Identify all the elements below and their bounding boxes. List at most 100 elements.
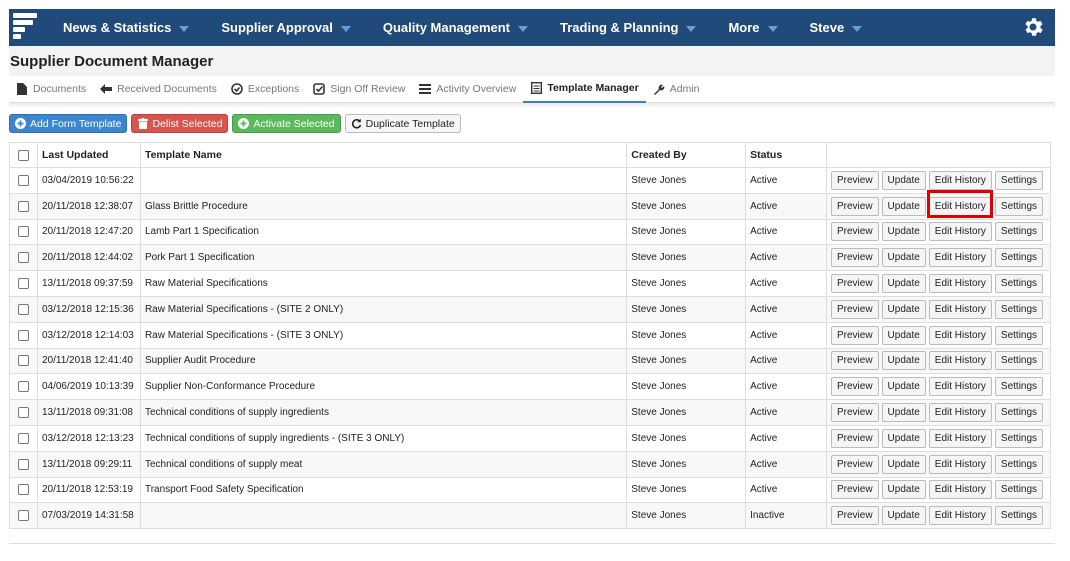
preview-button[interactable]: Preview [830, 196, 879, 216]
update-button[interactable]: Update [881, 377, 926, 397]
nav-quality-management[interactable]: Quality Management [377, 9, 534, 46]
update-button[interactable]: Update [881, 222, 926, 242]
update-button[interactable]: Update [881, 506, 926, 526]
preview-button[interactable]: Preview [830, 248, 879, 268]
edit-history-button[interactable]: Edit History [928, 222, 992, 242]
preview-button[interactable]: Preview [830, 351, 879, 371]
update-button[interactable]: Update [881, 428, 926, 448]
nav-more[interactable]: More [722, 9, 783, 46]
preview-button[interactable]: Preview [830, 454, 879, 474]
row-checkbox[interactable] [17, 407, 29, 418]
settings-button[interactable]: Settings [994, 170, 1044, 190]
header-actions [825, 142, 1052, 168]
nav-supplier-approval[interactable]: Supplier Approval [215, 9, 356, 46]
preview-button[interactable]: Preview [830, 170, 879, 190]
app-logo-icon[interactable] [9, 9, 45, 46]
row-checkbox[interactable] [17, 278, 29, 290]
preview-button[interactable]: Preview [830, 299, 879, 319]
row-checkbox[interactable] [17, 458, 29, 470]
update-button[interactable]: Update [881, 351, 926, 371]
header-template-name[interactable]: Template Name [139, 142, 628, 168]
select-all-checkbox[interactable] [17, 149, 29, 161]
tab-activity-overview[interactable]: Activity Overview [412, 76, 523, 102]
row-checkbox[interactable] [17, 200, 29, 212]
edit-history-button[interactable]: Edit History [928, 170, 992, 190]
settings-button[interactable]: Settings [994, 248, 1044, 268]
update-button[interactable]: Update [881, 248, 926, 268]
preview-button[interactable]: Preview [830, 377, 879, 397]
update-button[interactable]: Update [881, 274, 926, 294]
row-checkbox[interactable] [17, 510, 29, 522]
update-button[interactable]: Update [881, 480, 926, 500]
edit-history-button[interactable]: Edit History [928, 248, 992, 268]
edit-history-button[interactable]: Edit History [928, 403, 992, 423]
header-status[interactable]: Status [745, 142, 827, 168]
settings-button[interactable]: Settings [994, 454, 1044, 474]
settings-button[interactable]: Settings [994, 299, 1044, 319]
settings-button[interactable]: Settings [994, 377, 1044, 397]
row-checkbox[interactable] [17, 174, 29, 186]
preview-button[interactable]: Preview [830, 428, 879, 448]
preview-button[interactable]: Preview [830, 506, 879, 526]
update-button[interactable]: Update [881, 196, 926, 216]
nav-trading-planning[interactable]: Trading & Planning [554, 9, 702, 46]
button-label: Delist Selected [152, 117, 223, 130]
preview-button[interactable]: Preview [830, 325, 879, 345]
edit-history-button[interactable]: Edit History [928, 274, 992, 294]
edit-history-button[interactable]: Edit History [928, 325, 992, 345]
add-form-template-button[interactable]: Add Form Template [9, 114, 128, 133]
tab-label: Exceptions [247, 83, 300, 95]
cell-last-updated: 03/04/2019 10:56:22 [36, 167, 141, 194]
update-button[interactable]: Update [881, 454, 926, 474]
tab-documents[interactable]: Documents [9, 76, 93, 102]
activate-selected-button[interactable]: Activate Selected [232, 114, 341, 133]
header-created-by[interactable]: Created By [626, 142, 747, 168]
settings-button[interactable]: Settings [994, 480, 1044, 500]
row-checkbox[interactable] [17, 484, 29, 496]
row-checkbox[interactable] [17, 303, 29, 315]
row-select-cell [9, 502, 38, 530]
row-checkbox[interactable] [17, 355, 29, 367]
edit-history-button[interactable]: Edit History [928, 506, 992, 526]
tab-exceptions[interactable]: Exceptions [224, 76, 306, 102]
tab-template-manager[interactable]: Template Manager [523, 76, 646, 103]
preview-button[interactable]: Preview [830, 222, 879, 242]
preview-button[interactable]: Preview [830, 274, 879, 294]
update-button[interactable]: Update [881, 403, 926, 423]
row-checkbox[interactable] [17, 329, 29, 341]
trash-icon [137, 118, 148, 129]
preview-button[interactable]: Preview [830, 403, 879, 423]
settings-button[interactable]: Settings [994, 325, 1044, 345]
header-last-updated[interactable]: Last Updated [36, 142, 141, 168]
settings-button[interactable]: Settings [994, 403, 1044, 423]
update-button[interactable]: Update [881, 325, 926, 345]
update-button[interactable]: Update [881, 299, 926, 319]
row-checkbox[interactable] [17, 252, 29, 264]
settings-button[interactable]: Settings [994, 222, 1044, 242]
nav-news-statistics[interactable]: News & Statistics [57, 9, 195, 46]
file-icon [16, 83, 28, 95]
edit-history-button[interactable]: Edit History [928, 480, 992, 500]
tab-sign-off-review[interactable]: Sign Off Review [306, 76, 412, 102]
update-button[interactable]: Update [881, 170, 926, 190]
row-checkbox[interactable] [17, 226, 29, 238]
duplicate-template-button[interactable]: Duplicate Template [344, 114, 461, 133]
gear-icon[interactable] [1021, 15, 1045, 39]
row-checkbox[interactable] [17, 381, 29, 393]
preview-button[interactable]: Preview [830, 480, 879, 500]
delist-selected-button[interactable]: Delist Selected [131, 114, 229, 133]
row-checkbox[interactable] [17, 432, 29, 444]
settings-button[interactable]: Settings [994, 506, 1044, 526]
tab-admin[interactable]: Admin [646, 76, 707, 102]
tab-received-documents[interactable]: Received Documents [93, 76, 224, 102]
edit-history-button[interactable]: Edit History [928, 377, 992, 397]
settings-button[interactable]: Settings [994, 351, 1044, 371]
settings-button[interactable]: Settings [994, 428, 1044, 448]
edit-history-button[interactable]: Edit History [928, 299, 992, 319]
edit-history-button[interactable]: Edit History [928, 454, 992, 474]
edit-history-button[interactable]: Edit History [928, 351, 992, 371]
settings-button[interactable]: Settings [994, 274, 1044, 294]
nav-user-steve[interactable]: Steve [804, 9, 869, 46]
settings-button[interactable]: Settings [994, 196, 1044, 216]
edit-history-button[interactable]: Edit History [928, 428, 992, 448]
